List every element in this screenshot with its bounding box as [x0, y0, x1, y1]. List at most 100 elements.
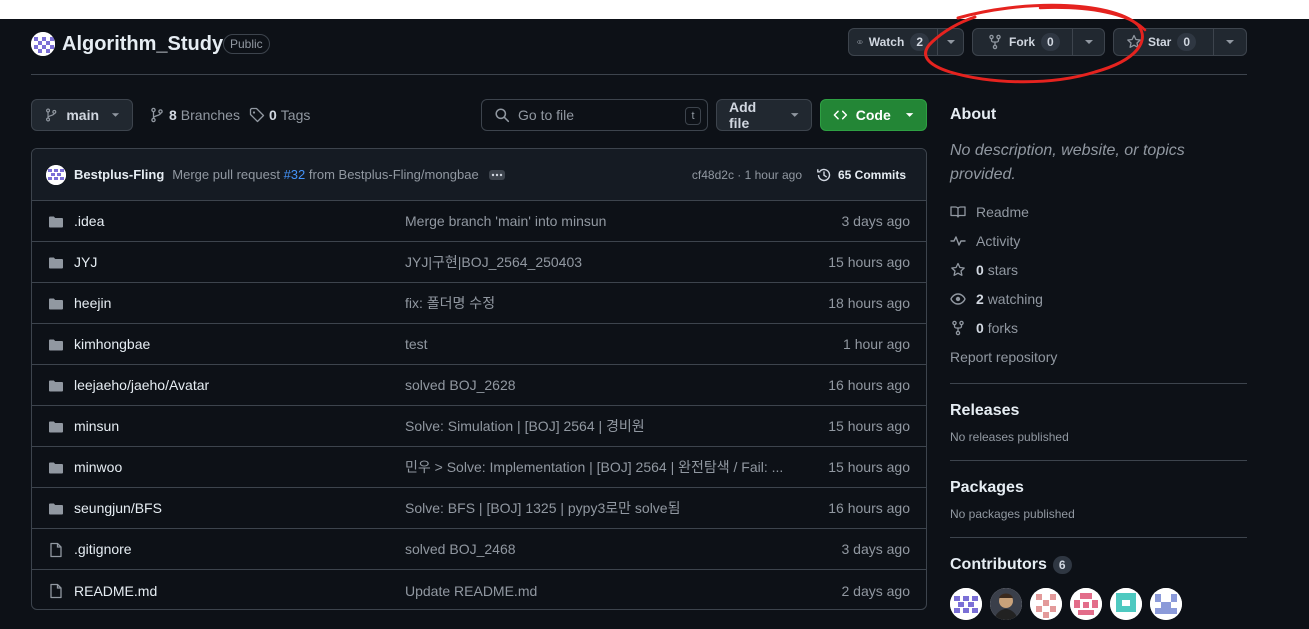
file-commit-time: 16 hours ago — [828, 377, 910, 393]
contributor-avatar[interactable] — [1030, 588, 1062, 620]
activity-link[interactable]: Activity — [950, 226, 1247, 255]
repo-name[interactable]: Algorithm_Study — [62, 32, 223, 56]
main-content: main 8 Branches 0 Tags Go to file t Add … — [31, 99, 927, 610]
tags-link[interactable]: 0 Tags — [249, 99, 310, 131]
file-name[interactable]: JYJ — [74, 254, 97, 270]
folder-icon — [48, 337, 64, 353]
file-row[interactable]: seungjun/BFS Solve: BFS | [BOJ] 1325 | py… — [32, 488, 926, 529]
file-commit-message[interactable]: Update README.md — [405, 583, 790, 599]
file-commit-message[interactable]: Merge branch 'main' into minsun — [405, 213, 790, 229]
file-name[interactable]: minsun — [74, 418, 119, 434]
file-name[interactable]: heejin — [74, 295, 111, 311]
commits-link[interactable]: 65 Commits — [816, 167, 906, 183]
triangle-down-icon — [1084, 40, 1093, 44]
file-commit-message[interactable]: Solve: Simulation | [BOJ] 2564 | 경비원 — [405, 416, 790, 436]
file-name[interactable]: minwoo — [74, 459, 122, 475]
star-button[interactable]: Star 0 — [1113, 28, 1247, 56]
ellipsis-icon[interactable] — [488, 169, 505, 180]
file-row[interactable]: heejin fix: 폴더명 수정 18 hours ago — [32, 283, 926, 324]
tags-count: 0 — [269, 107, 277, 123]
watch-button[interactable]: Watch 2 — [848, 28, 964, 56]
file-name[interactable]: leejaeho/jaeho/Avatar — [74, 377, 209, 393]
file-icon — [48, 583, 64, 599]
report-repository-link[interactable]: Report repository — [950, 342, 1247, 371]
sidebar-divider — [950, 460, 1247, 461]
stars-label: stars — [987, 261, 1019, 278]
repo-header: Algorithm_Study Public Watch 2 Fork 0 St… — [0, 19, 1309, 75]
folder-icon — [48, 460, 64, 476]
code-icon — [833, 110, 848, 120]
file-commit-message[interactable]: Solve: BFS | [BOJ] 1325 | pypy3로만 solve됨 — [405, 498, 790, 518]
file-commit-message[interactable]: JYJ|구현|BOJ_2564_250403 — [405, 252, 790, 272]
file-name[interactable]: kimhongbae — [74, 336, 150, 352]
watching-link[interactable]: 2 watching — [950, 284, 1247, 313]
eye-icon — [857, 39, 863, 45]
fork-button[interactable]: Fork 0 — [972, 28, 1105, 56]
forks-label: forks — [987, 319, 1019, 336]
contributors-title[interactable]: Contributors 6 — [950, 554, 1247, 576]
folder-icon — [48, 501, 64, 517]
packages-empty: No packages published — [950, 507, 1075, 521]
file-commit-message[interactable]: fix: 폴더명 수정 — [405, 293, 790, 313]
file-name[interactable]: .gitignore — [74, 541, 132, 557]
stars-link[interactable]: 0 stars — [950, 255, 1247, 284]
commit-hash-time[interactable]: cf48d2c · 1 hour ago — [692, 168, 802, 182]
watch-dropdown[interactable] — [937, 29, 963, 55]
file-commit-message[interactable]: solved BOJ_2468 — [405, 541, 790, 557]
file-row[interactable]: minsun Solve: Simulation | [BOJ] 2564 | 경… — [32, 406, 926, 447]
file-commit-message[interactable]: 민우 > Solve: Implementation | [BOJ] 2564 … — [405, 457, 790, 477]
file-row[interactable]: kimhongbae test 1 hour ago — [32, 324, 926, 365]
folder-icon — [48, 214, 64, 230]
file-row[interactable]: README.md Update README.md 2 days ago — [32, 570, 926, 609]
commit-message-prefix: Merge pull request — [172, 167, 280, 182]
file-row[interactable]: minwoo 민우 > Solve: Implementation | [BOJ]… — [32, 447, 926, 488]
code-button[interactable]: Code — [820, 99, 927, 131]
forks-link[interactable]: 0 forks — [950, 313, 1247, 342]
book-icon — [950, 205, 966, 218]
file-commit-time: 15 hours ago — [828, 254, 910, 270]
star-dropdown[interactable] — [1213, 29, 1246, 55]
contributor-avatar[interactable] — [1150, 588, 1182, 620]
star-icon — [951, 262, 965, 276]
repo-owner-avatar[interactable] — [31, 32, 55, 56]
folder-icon — [48, 378, 64, 394]
file-commit-message[interactable]: solved BOJ_2628 — [405, 377, 790, 393]
commit-message[interactable]: Merge pull request #32 from Bestplus-Fli… — [172, 167, 478, 182]
contributors-count: 6 — [1052, 556, 1072, 574]
contributor-avatar[interactable] — [1070, 588, 1102, 620]
triangle-down-icon — [905, 113, 914, 117]
readme-link[interactable]: Readme — [950, 197, 1247, 226]
contributors-label: Contributors — [950, 556, 1047, 573]
sidebar-divider — [950, 537, 1247, 538]
file-row[interactable]: leejaeho/jaeho/Avatar solved BOJ_2628 16 h… — [32, 365, 926, 406]
branch-selector[interactable]: main — [31, 99, 133, 131]
file-commit-time: 1 hour ago — [843, 336, 910, 352]
contributor-avatar[interactable] — [950, 588, 982, 620]
star-icon — [1127, 34, 1141, 48]
add-file-button[interactable]: Add file — [716, 99, 812, 131]
releases-title[interactable]: Releases — [950, 400, 1247, 422]
repo-sidebar: About No description, website, or topics… — [950, 99, 1247, 620]
file-icon — [48, 542, 64, 558]
file-name[interactable]: seungjun/BFS — [74, 500, 162, 516]
contributor-avatar[interactable] — [990, 588, 1022, 620]
contributor-avatar[interactable] — [1110, 588, 1142, 620]
watch-label: Watch — [868, 35, 905, 49]
file-commit-message[interactable]: test — [405, 336, 790, 352]
file-row[interactable]: .idea Merge branch 'main' into minsun 3 da… — [32, 201, 926, 242]
file-name[interactable]: .idea — [74, 213, 104, 229]
file-browser: Bestplus-Fling Merge pull request #32 fr… — [31, 148, 927, 610]
file-commit-time: 3 days ago — [841, 541, 911, 557]
branches-link[interactable]: 8 Branches — [149, 99, 240, 131]
packages-title[interactable]: Packages — [950, 477, 1247, 499]
file-commit-time: 18 hours ago — [828, 295, 910, 311]
file-row[interactable]: JYJ JYJ|구현|BOJ_2564_250403 15 hours ago — [32, 242, 926, 283]
file-name[interactable]: README.md — [74, 583, 157, 599]
file-row[interactable]: .gitignore solved BOJ_2468 3 days ago — [32, 529, 926, 570]
commit-author-avatar[interactable] — [46, 164, 66, 185]
commit-author[interactable]: Bestplus-Fling — [74, 167, 164, 182]
fork-dropdown[interactable] — [1072, 29, 1104, 55]
go-to-file-input[interactable]: Go to file t — [481, 99, 708, 131]
pull-request-link[interactable]: #32 — [284, 167, 306, 182]
file-commit-time: 15 hours ago — [828, 418, 910, 434]
